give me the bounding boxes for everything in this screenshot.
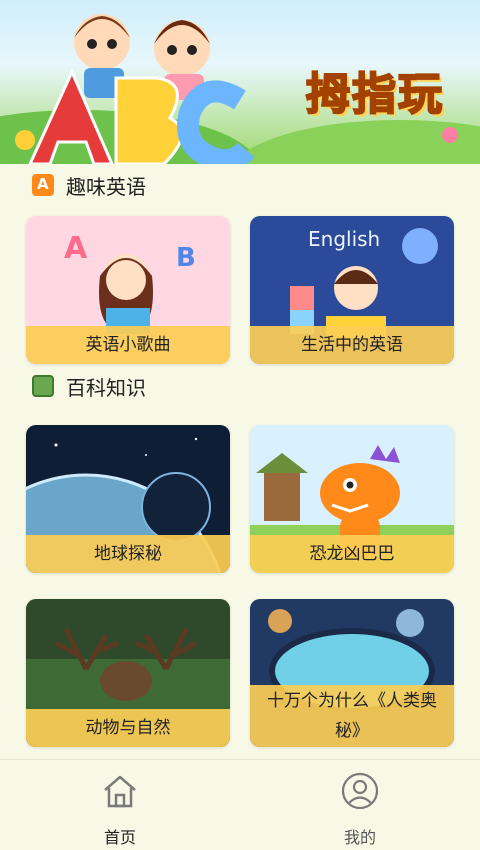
card-animals-nature[interactable]: 动物与自然 — [26, 599, 230, 747]
card-label: 恐龙凶巴巴 — [250, 535, 454, 573]
card-english-songs[interactable]: A B 英语小歌曲 — [26, 216, 230, 364]
english-letter-icon — [32, 174, 54, 196]
section-title: 趣味英语 — [66, 174, 146, 199]
section-header-english: 趣味英语 — [32, 171, 146, 199]
bottom-navigation: 首页 我的 — [0, 759, 480, 850]
header-banner: 拇指玩 — [0, 0, 480, 164]
card-hundred-thousand-whys[interactable]: 十万个为什么《人类奥秘》 — [250, 599, 454, 747]
nav-tab-home[interactable]: 首页 — [70, 772, 170, 848]
home-icon — [104, 775, 136, 808]
banner-title: 拇指玩 — [305, 68, 444, 121]
section-header-encyclopedia: 百科知识 — [32, 372, 146, 400]
card-label: 动物与自然 — [26, 709, 230, 747]
card-image-text: English — [308, 227, 380, 251]
card-label: 十万个为什么《人类奥秘》 — [250, 685, 454, 747]
book-icon — [32, 375, 54, 397]
user-icon — [341, 772, 379, 810]
card-english-in-life[interactable]: English 生活中的英语 — [250, 216, 454, 364]
card-fierce-dinosaur[interactable]: 恐龙凶巴巴 — [250, 425, 454, 573]
card-earth-exploration[interactable]: 地球探秘 — [26, 425, 230, 573]
svg-text:B: B — [176, 243, 196, 273]
card-label: 地球探秘 — [26, 535, 230, 573]
card-label: 生活中的英语 — [250, 326, 454, 364]
card-label: 英语小歌曲 — [26, 326, 230, 364]
nav-tab-me[interactable]: 我的 — [310, 772, 410, 848]
section-title: 百科知识 — [66, 375, 146, 400]
nav-label: 我的 — [343, 828, 376, 847]
svg-text:A: A — [64, 231, 88, 266]
nav-label: 首页 — [103, 828, 136, 847]
